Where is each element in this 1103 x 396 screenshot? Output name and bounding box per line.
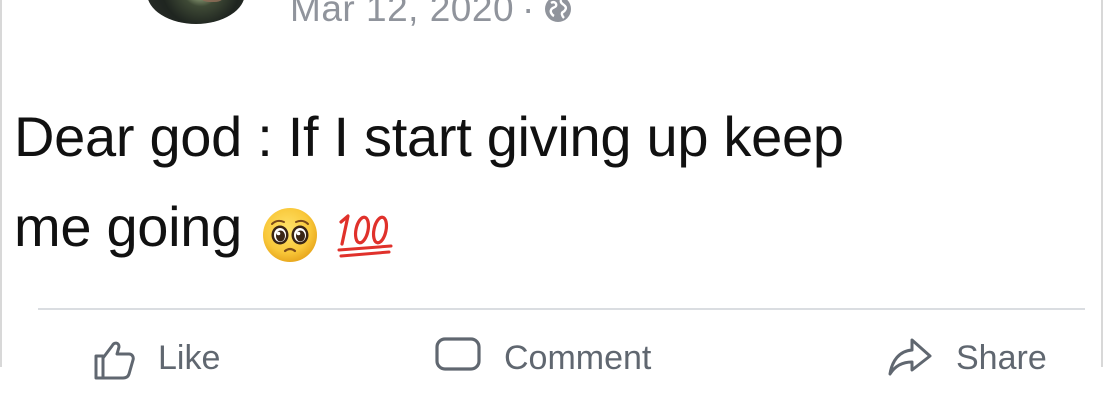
post-header: Mar 12, 2020 · xyxy=(2,0,1101,32)
post-card: Mar 12, 2020 · Dear god : If I start giv… xyxy=(0,0,1103,380)
message-line-1: Dear god : If I start giving up keep xyxy=(14,105,844,168)
post-meta: Mar 12, 2020 · xyxy=(290,0,573,30)
meta-separator: · xyxy=(522,0,535,29)
post-date[interactable]: Mar 12, 2020 xyxy=(290,0,514,30)
avatar-photo-detail xyxy=(199,0,225,2)
avatar[interactable] xyxy=(147,0,245,24)
comment-label: Comment xyxy=(504,338,652,377)
comment-button[interactable]: Comment xyxy=(434,336,651,380)
divider xyxy=(38,308,1085,310)
share-label: Share xyxy=(956,338,1047,377)
pleading-face-emoji xyxy=(262,208,317,263)
emoji-group xyxy=(260,186,397,276)
share-arrow-icon xyxy=(888,338,932,376)
comment-icon xyxy=(435,337,481,371)
globe-icon[interactable] xyxy=(543,0,573,24)
message-line-2-wrap: me going xyxy=(14,182,1094,276)
post-actions-bar: Like Comment Share xyxy=(2,336,1101,396)
like-button[interactable]: Like xyxy=(92,336,220,380)
post-message: Dear god : If I start giving up keep me … xyxy=(14,92,1094,276)
thumbs-up-icon xyxy=(94,341,135,380)
message-line-2: me going xyxy=(14,195,242,258)
share-button[interactable]: Share xyxy=(886,336,1047,380)
hundred-points-emoji xyxy=(337,214,393,258)
like-label: Like xyxy=(158,338,221,377)
